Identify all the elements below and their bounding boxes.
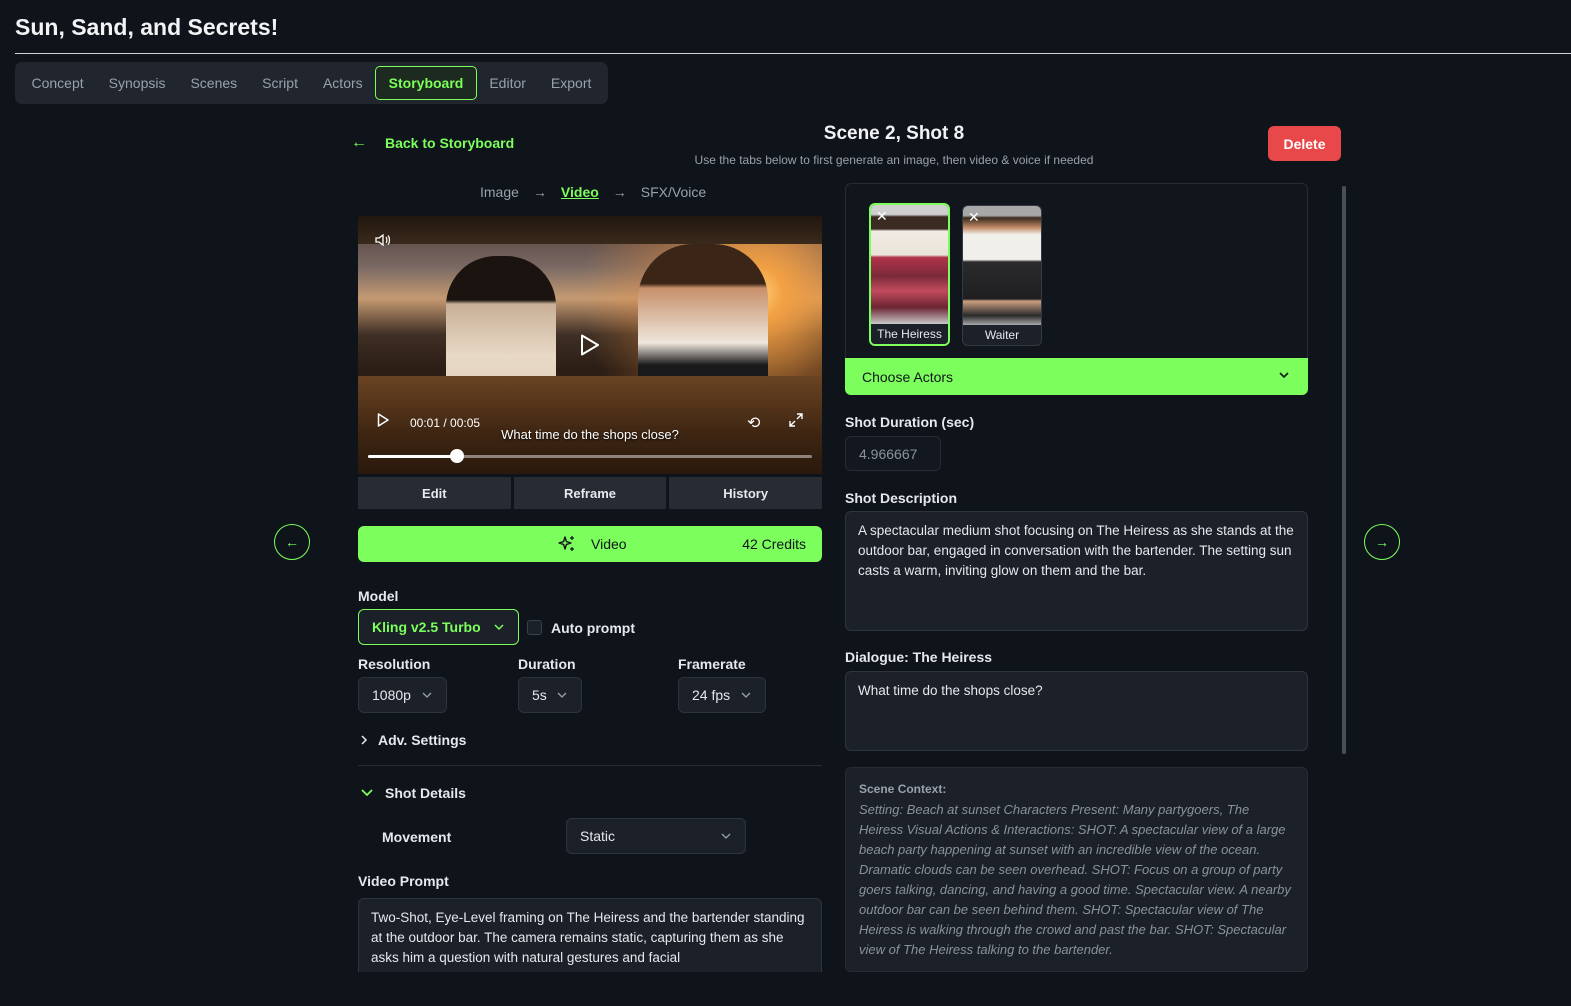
scene-context-panel: Scene Context: Setting: Beach at sunset … <box>845 767 1308 972</box>
step-video[interactable]: Video <box>561 184 599 200</box>
chevron-down-icon <box>494 624 504 631</box>
auto-prompt-checkbox[interactable] <box>527 620 542 635</box>
model-label: Model <box>358 588 399 604</box>
movement-label: Movement <box>382 829 452 845</box>
sparkle-icon <box>558 536 574 551</box>
chevron-down-icon <box>721 833 731 839</box>
shot-details-toggle[interactable]: Shot Details <box>360 785 466 801</box>
auto-prompt-label: Auto prompt <box>551 620 635 636</box>
shot-subtitle: Use the tabs below to first generate an … <box>694 153 1094 167</box>
arrow-right-icon: → <box>1375 534 1389 550</box>
chevron-down-icon <box>1279 372 1289 379</box>
adv-settings-label: Adv. Settings <box>378 732 467 748</box>
actor-name: Waiter <box>963 325 1041 345</box>
adv-settings-toggle[interactable]: Adv. Settings <box>360 732 466 748</box>
choose-actors-label: Choose Actors <box>862 368 954 385</box>
title-divider <box>15 53 1571 54</box>
arrow-left-icon: ← <box>285 534 299 550</box>
generate-label: Video <box>591 536 627 552</box>
shot-title: Scene 2, Shot 8 <box>823 123 965 144</box>
tab-script[interactable]: Script <box>250 66 311 100</box>
actor-name: The Heiress <box>871 324 948 344</box>
video-scrubber[interactable] <box>368 449 812 463</box>
step-image[interactable]: Image <box>480 184 519 200</box>
framerate-value: 24 fps <box>692 687 731 703</box>
shot-description-label: Shot Description <box>845 490 958 506</box>
back-link-label: Back to Storyboard <box>385 135 515 151</box>
delete-button[interactable]: Delete <box>1268 126 1341 161</box>
movement-select[interactable]: Static <box>566 818 746 854</box>
video-player[interactable]: 00:01 / 00:05 What time do the shops clo… <box>358 216 822 474</box>
volume-icon[interactable] <box>375 233 391 250</box>
chevron-down-icon <box>361 789 373 797</box>
resolution-value: 1080p <box>372 687 411 703</box>
play-icon[interactable] <box>580 334 600 356</box>
scene-context-body: Setting: Beach at sunset Characters Pres… <box>859 802 1291 957</box>
remove-actor-icon[interactable]: ✕ <box>968 209 980 226</box>
app-title: Sun, Sand, and Secrets! <box>15 14 279 40</box>
tab-actors[interactable]: Actors <box>310 66 375 100</box>
shot-duration-label: Shot Duration (sec) <box>845 414 975 430</box>
chevron-down-icon <box>422 692 432 698</box>
dialogue-label: Dialogue: The Heiress <box>845 649 993 665</box>
tab-scenes[interactable]: Scenes <box>178 66 250 100</box>
arrow-left-icon: ← <box>351 134 367 151</box>
video-frame-canopy <box>358 216 822 244</box>
dialogue-textarea[interactable]: What time do the shops close? <box>845 671 1308 751</box>
generation-steps: Image → Video → SFX/Voice <box>480 184 706 200</box>
scene-context-title: Scene Context: <box>859 782 947 796</box>
next-shot-button[interactable]: → <box>1364 524 1400 560</box>
arrow-right-icon: → <box>612 184 627 200</box>
credits-cost: 42 Credits <box>742 536 806 552</box>
shot-description-textarea[interactable]: A spectacular medium shot focusing on Th… <box>845 511 1308 631</box>
duration-select[interactable]: 5s <box>518 677 582 713</box>
scrubber-handle[interactable] <box>449 449 464 463</box>
scrubber-progress <box>368 455 457 458</box>
video-prompt-label: Video Prompt <box>358 873 449 889</box>
model-select[interactable]: Kling v2.5 Turbo <box>358 609 519 645</box>
reframe-button[interactable]: Reframe <box>513 477 667 509</box>
shot-duration-input[interactable]: 4.966667 <box>845 436 941 471</box>
tab-synopsis[interactable]: Synopsis <box>96 66 178 100</box>
back-to-storyboard-link[interactable]: ← Back to Storyboard <box>351 134 514 152</box>
main-tabs: Concept Synopsis Scenes Script Actors St… <box>15 62 608 104</box>
actor-card-waiter[interactable]: ✕ Waiter <box>962 205 1042 346</box>
video-action-bar: Edit Reframe History <box>358 477 823 509</box>
section-divider <box>358 765 822 766</box>
chevron-right-icon <box>361 735 368 745</box>
resolution-select[interactable]: 1080p <box>358 677 447 713</box>
video-prompt-textarea[interactable]: Two-Shot, Eye-Level framing on The Heire… <box>358 898 822 972</box>
previous-shot-button[interactable]: ← <box>274 524 310 560</box>
tab-storyboard[interactable]: Storyboard <box>375 66 477 100</box>
duration-label: Duration <box>518 656 576 672</box>
play-icon[interactable] <box>377 413 389 427</box>
movement-value: Static <box>580 828 616 844</box>
generate-video-button[interactable]: Video 42 Credits <box>358 526 822 562</box>
loop-icon[interactable]: ⟲ <box>747 413 760 433</box>
fullscreen-icon[interactable] <box>788 412 804 433</box>
actor-card-heiress[interactable]: ✕ The Heiress <box>869 203 950 346</box>
shot-details-label: Shot Details <box>385 785 466 801</box>
history-button[interactable]: History <box>669 477 823 509</box>
framerate-label: Framerate <box>678 656 746 672</box>
choose-actors-dropdown[interactable]: Choose Actors <box>845 358 1308 395</box>
step-sfx-voice[interactable]: SFX/Voice <box>641 184 706 200</box>
chevron-down-icon <box>741 692 751 698</box>
framerate-select[interactable]: 24 fps <box>678 677 766 713</box>
duration-value: 5s <box>532 687 547 703</box>
panel-scrollbar[interactable] <box>1342 186 1346 754</box>
tab-concept[interactable]: Concept <box>19 66 96 100</box>
remove-actor-icon[interactable]: ✕ <box>876 208 888 225</box>
tab-export[interactable]: Export <box>538 66 603 100</box>
edit-button[interactable]: Edit <box>358 477 511 509</box>
tab-editor[interactable]: Editor <box>477 66 539 100</box>
resolution-label: Resolution <box>358 656 431 672</box>
model-value: Kling v2.5 Turbo <box>372 619 481 635</box>
arrow-right-icon: → <box>532 184 547 200</box>
chevron-down-icon <box>557 692 567 698</box>
